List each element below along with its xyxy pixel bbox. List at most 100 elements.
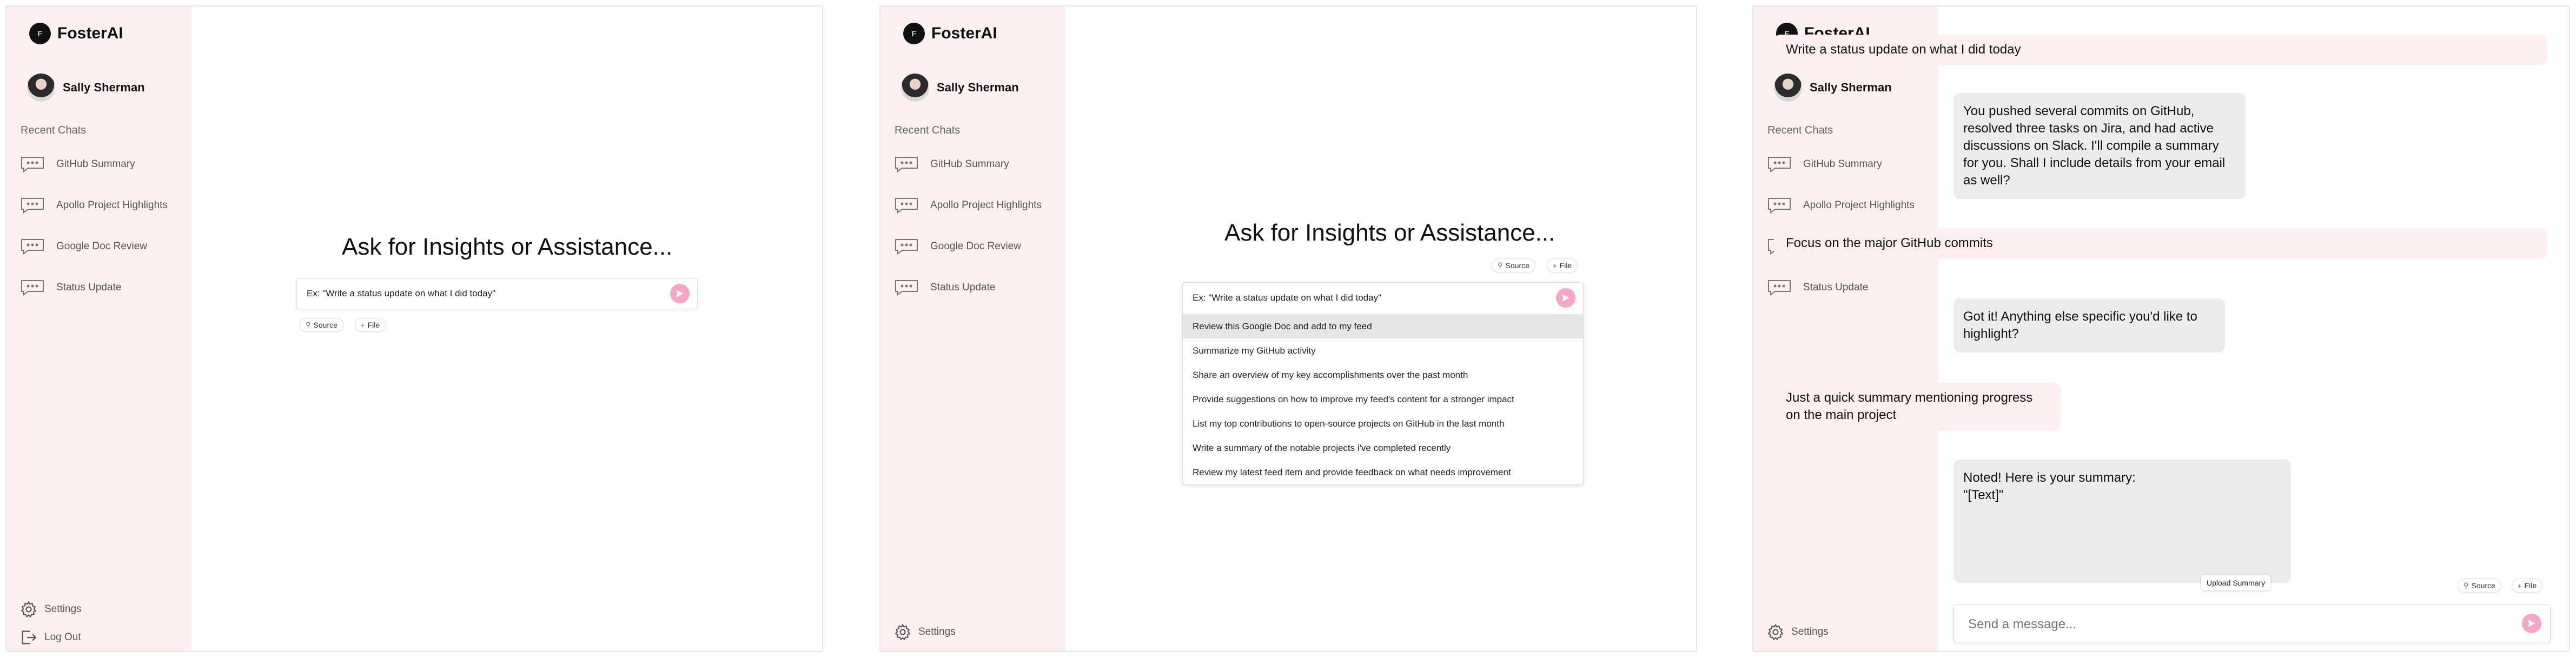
chat-bubble-icon bbox=[1767, 197, 1791, 214]
assistant-message: Noted! Here is your summary: "[Text]" bbox=[1953, 460, 2291, 583]
file-label: File bbox=[1559, 261, 1572, 270]
logo-icon: F bbox=[903, 23, 925, 44]
send-icon bbox=[676, 290, 684, 297]
page-title: Ask for Insights or Assistance... bbox=[1224, 220, 1555, 246]
source-button[interactable]: ⚲ Source bbox=[2458, 579, 2501, 593]
prompt-input[interactable]: Ex: "Write a status update on what I did… bbox=[296, 278, 698, 309]
suggestion-item[interactable]: Review my latest feed item and provide f… bbox=[1183, 460, 1583, 484]
prompt-input[interactable]: Ex: "Write a status update on what I did… bbox=[1183, 283, 1583, 314]
sidebar: F FosterAI Sally Sherman Recent Chats Gi… bbox=[6, 6, 191, 651]
recent-chat-list: GitHub Summary Apollo Project Highlights… bbox=[895, 152, 1042, 317]
settings-label: Settings bbox=[1791, 626, 1829, 637]
user-profile[interactable]: Sally Sherman bbox=[27, 74, 145, 102]
sidebar-item-apollo-project-highlights[interactable]: Apollo Project Highlights bbox=[895, 194, 1042, 217]
search-icon: ⚲ bbox=[306, 321, 311, 329]
message-input[interactable]: Send a message... bbox=[1953, 604, 2551, 642]
file-button[interactable]: + File bbox=[1547, 258, 1578, 272]
plus-icon: + bbox=[361, 321, 365, 329]
sidebar-item-label: Apollo Project Highlights bbox=[56, 200, 168, 211]
sidebar-item-status-update[interactable]: Status Update bbox=[21, 276, 168, 300]
file-button[interactable]: + File bbox=[355, 318, 386, 332]
recent-chats-label: Recent Chats bbox=[1767, 124, 1833, 136]
send-button[interactable] bbox=[670, 284, 690, 303]
chat-bubble-icon bbox=[895, 280, 918, 296]
suggestion-item[interactable]: Summarize my GitHub activity bbox=[1183, 338, 1583, 363]
user-message: Just a quick summary mentioning progress… bbox=[1774, 383, 2061, 430]
settings-button[interactable]: Settings bbox=[19, 600, 82, 619]
source-button[interactable]: ⚲ Source bbox=[300, 318, 343, 332]
settings-button[interactable]: Settings bbox=[1766, 623, 1829, 641]
sidebar: F FosterAI Sally Sherman Recent Chats Gi… bbox=[1753, 6, 1938, 651]
chat-bubble-icon bbox=[21, 238, 44, 255]
sidebar-item-github-summary[interactable]: GitHub Summary bbox=[21, 152, 168, 176]
upload-summary-button[interactable]: Upload Summary bbox=[2201, 575, 2271, 590]
sidebar-item-github-summary[interactable]: GitHub Summary bbox=[895, 152, 1042, 176]
recent-chat-list: GitHub Summary Apollo Project Highlights… bbox=[21, 152, 168, 317]
message-input-placeholder: Send a message... bbox=[1968, 617, 2077, 632]
brand-name: FosterAI bbox=[931, 24, 997, 42]
chat-bubble-icon bbox=[1767, 280, 1791, 296]
sidebar-item-label: Google Doc Review bbox=[930, 241, 1021, 252]
sidebar-item-label: Status Update bbox=[56, 282, 122, 293]
user-name: Sally Sherman bbox=[63, 81, 145, 94]
sidebar-item-status-update[interactable]: Status Update bbox=[1767, 276, 1915, 300]
prompt-input-placeholder: Ex: "Write a status update on what I did… bbox=[307, 288, 496, 298]
search-icon: ⚲ bbox=[1498, 261, 1503, 269]
suggestion-item[interactable]: Review this Google Doc and add to my fee… bbox=[1183, 314, 1583, 338]
user-message: Write a status update on what I did toda… bbox=[1774, 35, 2547, 65]
gear-icon bbox=[21, 601, 37, 618]
send-icon bbox=[2528, 620, 2535, 627]
chat-bubble-icon bbox=[895, 238, 918, 255]
assistant-message: Got it! Anything else specific you'd lik… bbox=[1953, 298, 2225, 353]
sidebar-item-status-update[interactable]: Status Update bbox=[895, 276, 1042, 300]
avatar bbox=[27, 74, 55, 102]
suggestion-item[interactable]: List my top contributions to open-source… bbox=[1183, 411, 1583, 436]
sidebar-item-apollo-project-highlights[interactable]: Apollo Project Highlights bbox=[1767, 194, 1915, 217]
source-button[interactable]: ⚲ Source bbox=[1492, 258, 1535, 272]
sidebar-item-label: Google Doc Review bbox=[56, 241, 147, 252]
sidebar-item-github-summary[interactable]: GitHub Summary bbox=[1767, 152, 1915, 176]
recent-chats-label: Recent Chats bbox=[21, 124, 87, 136]
avatar bbox=[901, 74, 929, 102]
gear-icon bbox=[1767, 623, 1784, 641]
suggestion-item[interactable]: Write a summary of the notable projects … bbox=[1183, 436, 1583, 460]
sidebar-item-label: Status Update bbox=[930, 282, 996, 293]
user-message: Focus on the major GitHub commits bbox=[1774, 228, 2547, 258]
send-button[interactable] bbox=[2522, 614, 2541, 633]
settings-label: Settings bbox=[44, 603, 82, 615]
sidebar-item-google-doc-review[interactable]: Google Doc Review bbox=[895, 235, 1042, 258]
logo-icon: F bbox=[29, 23, 51, 44]
file-label: File bbox=[367, 321, 380, 329]
suggestions-screen: F FosterAI Sally Sherman Recent Chats Gi… bbox=[879, 5, 1697, 652]
chat-bubble-icon bbox=[1767, 156, 1791, 172]
chat-bubble-icon bbox=[895, 197, 918, 214]
brand[interactable]: F FosterAI bbox=[29, 23, 123, 44]
prompt-input-placeholder: Ex: "Write a status update on what I did… bbox=[1193, 293, 1382, 303]
user-profile[interactable]: Sally Sherman bbox=[901, 74, 1019, 102]
file-button[interactable]: + File bbox=[2512, 579, 2543, 593]
sidebar-item-label: GitHub Summary bbox=[1803, 158, 1882, 170]
user-name: Sally Sherman bbox=[937, 81, 1019, 94]
sidebar-item-label: GitHub Summary bbox=[56, 158, 135, 170]
brand[interactable]: F FosterAI bbox=[903, 23, 997, 44]
user-name: Sally Sherman bbox=[1810, 81, 1892, 94]
send-button[interactable] bbox=[1556, 288, 1575, 308]
settings-button[interactable]: Settings bbox=[893, 623, 956, 641]
chat-bubble-icon bbox=[21, 280, 44, 296]
suggestion-item[interactable]: Share an overview of my key accomplishme… bbox=[1183, 363, 1583, 387]
suggestion-item[interactable]: Provide suggestions on how to improve my… bbox=[1183, 387, 1583, 411]
sidebar-item-google-doc-review[interactable]: Google Doc Review bbox=[21, 235, 168, 258]
gear-icon bbox=[895, 623, 911, 641]
logout-label: Log Out bbox=[44, 632, 81, 643]
user-profile[interactable]: Sally Sherman bbox=[1774, 74, 1892, 102]
chat-bubble-icon bbox=[21, 156, 44, 172]
sidebar-item-label: Apollo Project Highlights bbox=[930, 200, 1042, 211]
source-label: Source bbox=[1505, 261, 1529, 270]
sidebar-item-label: Apollo Project Highlights bbox=[1803, 200, 1915, 211]
logout-button[interactable]: Log Out bbox=[19, 628, 81, 647]
plus-icon: + bbox=[2518, 581, 2522, 590]
settings-label: Settings bbox=[918, 626, 956, 637]
chat-bubble-icon bbox=[895, 156, 918, 172]
recent-chats-label: Recent Chats bbox=[895, 124, 961, 136]
sidebar-item-apollo-project-highlights[interactable]: Apollo Project Highlights bbox=[21, 194, 168, 217]
